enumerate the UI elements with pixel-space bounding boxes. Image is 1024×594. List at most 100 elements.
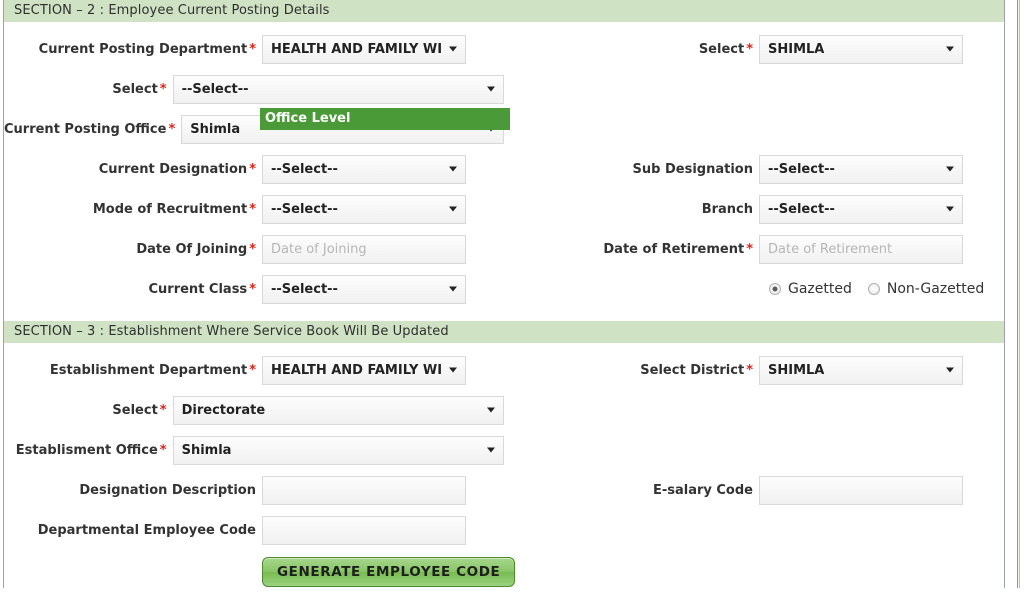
field-label: Designation Description [4,483,262,498]
field-label-text: Establishment Department [49,362,248,378]
chevron-down-icon [487,447,495,453]
form-row: Current Class * --Select-- Gazetted Non-Gaze… [4,269,1004,309]
text-input-field[interactable]: Date of Joining [262,234,466,264]
form-column-right: Select * SHIMLA [504,34,1004,64]
field-label-text: Mode of Recruitment [92,201,248,217]
select-value: SHIMLA [768,362,825,378]
field-label-text: Sub Designation [632,161,753,177]
form-column-left: Select * --Select-- [4,74,504,104]
select-field[interactable]: --Select-- [172,74,504,104]
chevron-down-icon [449,286,457,292]
field-label-text: Current Designation [98,161,248,177]
chevron-down-icon [449,166,457,172]
form-column-left: Current Posting Department * HEALTH AND FA… [4,34,504,64]
select-field[interactable]: --Select-- [262,274,466,304]
required-asterisk: * [249,362,256,378]
form-rows: Establishment Department * HEALTH AND FAMI… [4,343,1004,550]
required-asterisk: * [249,241,256,257]
required-asterisk: * [746,241,753,257]
field-label-text: Date Of Joining [136,241,248,257]
text-input-field[interactable] [262,475,466,505]
gazetted-radio-group[interactable]: Gazetted Non-Gazetted [759,281,1000,297]
select-field[interactable]: --Select-- [262,194,466,224]
select-field[interactable]: --Select-- [759,154,963,184]
field-label-text: Designation Description [79,482,256,498]
field-label: Current Designation * [4,162,262,177]
form-row: Select * --Select-- [4,69,1004,109]
generate-employee-code-button[interactable]: GENERATE EMPLOYEE CODE [262,557,516,587]
field-label-text: Date of Retirement [603,241,745,257]
radio-option-gazetted[interactable]: Gazetted [769,281,852,297]
form-row: Date Of Joining * Date of Joining Date of R… [4,229,1004,269]
section-header-section-2: SECTION – 2 : Employee Current Posting D… [4,0,1004,22]
radio-option-label: Non-Gazetted [886,281,985,297]
field-label: Establishment Department * [4,363,262,378]
form-column-right: Sub Designation --Select-- [504,154,1004,184]
field-label: Mode of Recruitment * [4,202,262,217]
field-label-text: Current Class [148,281,248,297]
form-row: Designation Description E-salary Code [4,470,1004,510]
select-value: --Select-- [271,281,338,297]
chevron-down-icon [946,367,954,373]
required-asterisk: * [249,41,256,57]
select-value: HEALTH AND FAMILY WI [271,41,443,57]
radio-option-non-gazetted[interactable]: Non-Gazetted [867,281,985,297]
form-column-right: Branch --Select-- [504,194,1004,224]
field-label-text: Current Posting Department [38,41,248,57]
field-label: Establisment Office * [4,443,173,458]
field-label: Current Class * [4,282,262,297]
select-field[interactable]: Shimla [172,435,504,465]
text-input-placeholder: Date of Joining [271,241,367,257]
form-column-right: Select District * SHIMLA [504,355,1004,385]
form-row: Current Posting Department * HEALTH AND FA… [4,29,1004,69]
select-field[interactable]: --Select-- [759,194,963,224]
select-field[interactable]: SHIMLA [759,34,963,64]
form-row: Establisment Office * Shimla [4,430,1004,470]
radio-button-icon[interactable] [867,283,880,295]
required-asterisk: * [159,81,167,97]
form-content: SECTION – 2 : Employee Current Posting D… [4,0,1004,594]
field-label: Date of Retirement * [504,242,759,257]
form-column-left: Establishment Department * HEALTH AND FAMI… [4,355,504,385]
form-column-right: Date of Retirement * Date of Retirement [504,234,1004,264]
required-asterisk: * [159,442,167,458]
select-field[interactable]: --Select-- [262,154,466,184]
select-value: --Select-- [271,161,338,177]
radio-button-icon[interactable] [769,283,781,295]
required-asterisk: * [249,201,256,217]
select-value: Directorate [181,402,266,418]
required-asterisk: * [159,402,167,418]
field-label-text: Select [112,81,158,97]
select-value: --Select-- [768,161,835,177]
text-input-placeholder: Date of Retirement [768,241,893,257]
form-column-left: Mode of Recruitment * --Select-- [4,194,504,224]
select-field[interactable]: Directorate [172,395,504,425]
select-field[interactable]: SHIMLA [759,355,963,385]
select-field[interactable]: HEALTH AND FAMILY WI [262,34,466,64]
text-input-field[interactable] [262,515,466,545]
select-value: --Select-- [181,81,249,97]
select-value: SHIMLA [768,41,825,57]
text-input-field[interactable] [759,475,963,505]
form-row: Current Designation * --Select-- Sub Design… [4,149,1004,189]
section-header-section-3: SECTION – 3 : Establishment Where Servic… [4,321,1004,343]
select-field[interactable]: HEALTH AND FAMILY WI [262,355,466,385]
field-label-text: Establisment Office [15,442,158,458]
form-column-left: Current Class * --Select-- [4,274,504,304]
chevron-down-icon [449,206,457,212]
form-column-left: Date Of Joining * Date of Joining [4,234,504,264]
form-column-left: Designation Description [4,475,504,505]
form-column-left: Current Designation * --Select-- [4,154,504,184]
required-asterisk: * [249,281,256,297]
form-row: Select * Directorate [4,390,1004,430]
text-input-field[interactable]: Date of Retirement [759,234,963,264]
browser-right-rail [1017,0,1020,588]
field-label-text: Select [698,41,745,57]
open-dropdown-list[interactable]: Office Level [260,108,510,130]
field-label: E-salary Code [504,483,759,498]
required-asterisk: * [168,121,176,137]
dropdown-option-highlighted[interactable]: Office Level [260,108,510,130]
form-column-left: Departmental Employee Code [4,515,504,545]
field-label: Select * [504,42,759,57]
